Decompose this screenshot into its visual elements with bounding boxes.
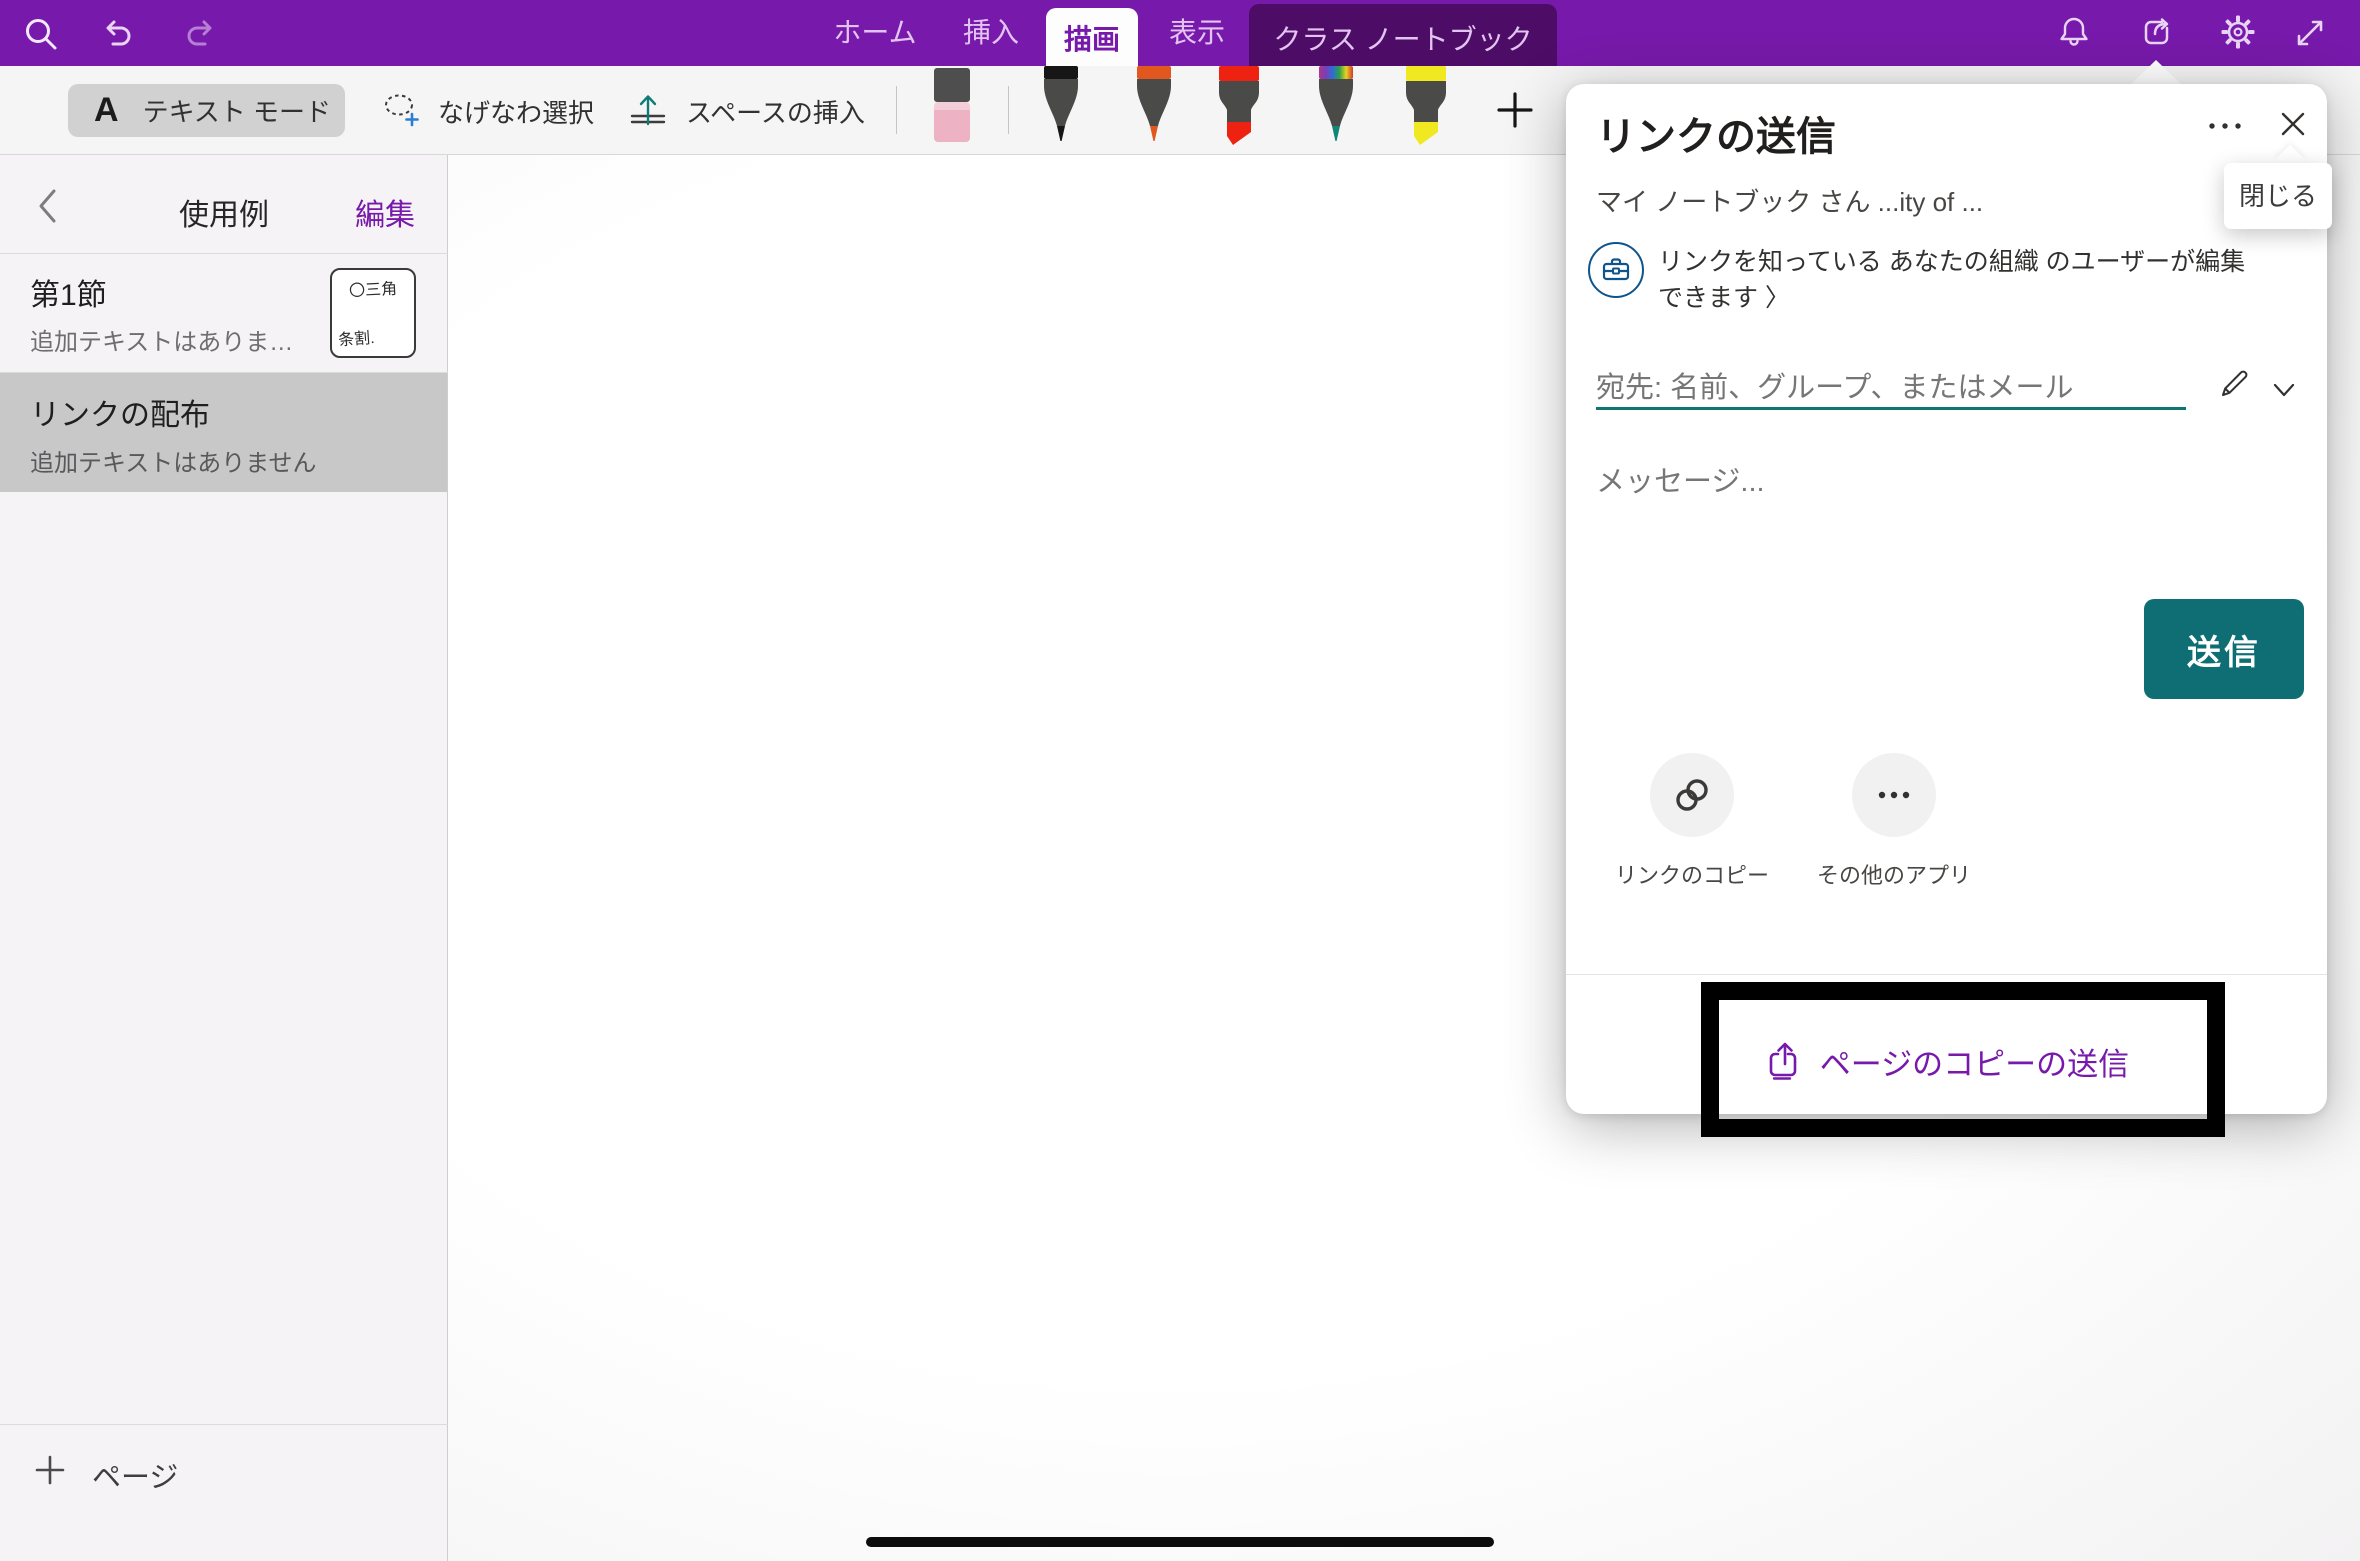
insert-space-label: スペースの挿入 <box>686 93 865 130</box>
annotation-highlight-box <box>1701 982 2225 1137</box>
insert-space-icon <box>628 91 668 131</box>
lasso-select-button[interactable]: なげなわ選択 <box>382 88 642 134</box>
thumbnail-ink-line: 〇三角 <box>331 274 414 302</box>
text-mode-icon: A <box>94 91 119 130</box>
page-thumbnail: 〇三角 条割. <box>330 268 416 358</box>
add-page-button[interactable]: ページ <box>0 1440 447 1500</box>
red-highlighter-tool[interactable] <box>1213 66 1265 150</box>
page-list-item[interactable]: 第1節 追加テキストはありま… 〇三角 条割. <box>0 254 447 372</box>
tab-home[interactable]: ホーム <box>828 16 922 50</box>
tab-draw-label: 描画 <box>1046 18 1138 58</box>
home-indicator[interactable] <box>866 1537 1494 1547</box>
page-item-title: リンクの配布 <box>30 390 210 434</box>
toolbar-divider <box>1008 86 1009 134</box>
recipient-underline <box>1596 407 2186 410</box>
black-pen-tool[interactable] <box>1037 66 1085 150</box>
page-item-subtitle: 追加テキストはありま… <box>30 322 293 357</box>
thumbnail-ink-line: 条割. <box>337 322 409 351</box>
ellipsis-icon <box>1874 775 1914 815</box>
more-apps-button[interactable] <box>1852 753 1936 837</box>
dialog-subtitle: マイ ノートブック さん ...ity of ... <box>1596 182 1983 219</box>
link-icon <box>1672 775 1712 815</box>
text-mode-label: テキスト モード <box>143 92 331 129</box>
briefcase-icon <box>1600 254 1632 286</box>
tab-insert[interactable]: 挿入 <box>950 16 1032 50</box>
permission-scope-badge[interactable] <box>1588 242 1644 298</box>
bell-icon[interactable] <box>2056 14 2092 50</box>
add-page-label: ページ <box>92 1454 178 1496</box>
expand-icon[interactable] <box>2292 15 2328 51</box>
dialog-title: リンクの送信 <box>1596 104 1836 162</box>
page-list-item-selected[interactable]: リンクの配布 追加テキストはありません <box>0 373 447 492</box>
edit-pencil-icon[interactable] <box>2218 366 2252 400</box>
more-apps-label: その他のアプリ <box>1800 858 1988 890</box>
undo-icon[interactable] <box>100 16 136 52</box>
text-mode-button[interactable]: A テキスト モード <box>68 84 345 137</box>
divider <box>0 1424 448 1425</box>
close-tooltip: 閉じる <box>2224 163 2332 229</box>
tab-class-notebook-label: クラス ノートブック <box>1249 18 1557 58</box>
add-pen-button[interactable] <box>1495 90 1535 130</box>
permission-description[interactable]: リンクを知っている あなたの組織 のユーザーが編集できます 〉 <box>1658 244 2258 316</box>
tab-class-notebook[interactable]: クラス ノートブック <box>1249 4 1557 66</box>
toolbar-divider <box>896 86 897 134</box>
more-options-icon[interactable] <box>2204 112 2248 134</box>
message-input[interactable]: メッセージ... <box>1596 458 1765 500</box>
edit-button[interactable]: 編集 <box>355 190 425 234</box>
plus-icon <box>34 1454 66 1486</box>
recipient-input[interactable]: 宛先: 名前、グループ、またはメール <box>1596 364 2074 406</box>
share-icon[interactable] <box>2139 14 2175 50</box>
orange-pen-tool[interactable] <box>1130 66 1178 150</box>
onenote-app: ホーム 挿入 描画 表示 クラス ノートブック A <box>0 0 2360 1561</box>
copy-link-button[interactable] <box>1650 753 1734 837</box>
galaxy-pen-tool[interactable] <box>1312 66 1360 150</box>
page-item-subtitle: 追加テキストはありません <box>30 443 317 478</box>
tab-view[interactable]: 表示 <box>1156 16 1238 50</box>
search-icon[interactable] <box>22 15 60 53</box>
tab-draw[interactable]: 描画 <box>1046 8 1138 66</box>
popover-arrow <box>2130 60 2182 85</box>
lasso-select-label: なげなわ選択 <box>438 93 594 130</box>
chevron-down-icon[interactable] <box>2270 376 2298 404</box>
divider <box>1566 974 2327 975</box>
lasso-icon <box>382 91 422 131</box>
yellow-highlighter-tool[interactable] <box>1400 66 1452 150</box>
settings-gear-icon[interactable] <box>2220 14 2256 50</box>
close-icon[interactable] <box>2277 108 2309 140</box>
insert-space-button[interactable]: スペースの挿入 <box>628 88 878 134</box>
redo-icon[interactable] <box>182 16 218 52</box>
send-button[interactable]: 送信 <box>2144 599 2304 699</box>
copy-link-label: リンクのコピー <box>1598 858 1786 890</box>
eraser-tool[interactable] <box>928 66 976 150</box>
page-item-title: 第1節 <box>30 270 107 314</box>
